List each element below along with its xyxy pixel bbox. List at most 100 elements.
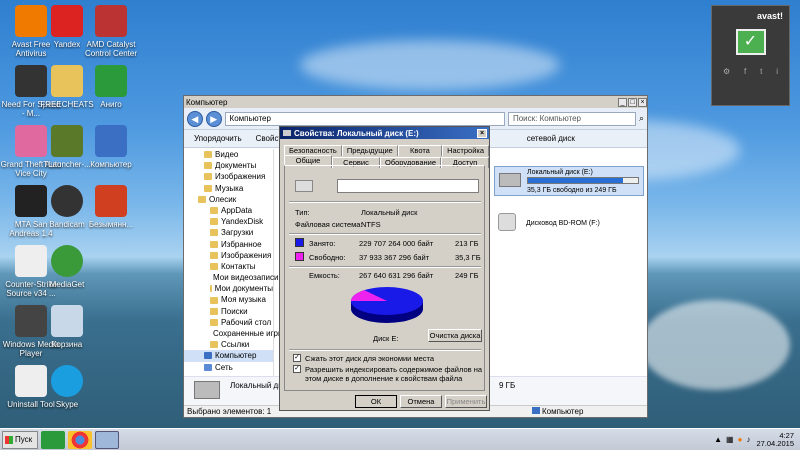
nav-item-label: Видео: [215, 150, 239, 159]
tray-expand-icon[interactable]: ▲: [714, 435, 722, 444]
disk-letter-label: Диск E:: [373, 334, 399, 343]
nav-item[interactable]: Документы: [184, 160, 273, 171]
desktop-icon-computer[interactable]: Компьютер: [80, 125, 142, 169]
nav-item-label: Документы: [215, 161, 257, 171]
capacity-label: Емкость:: [309, 271, 340, 280]
nav-item[interactable]: Рабочий стол: [184, 317, 273, 328]
nav-item[interactable]: Ссылки: [184, 339, 273, 350]
fs-label: Файловая система:: [295, 220, 363, 229]
desktop-icon-recycle[interactable]: Корзина: [36, 305, 98, 349]
properties-titlebar[interactable]: Свойства: Локальный диск (E:) ×: [280, 127, 489, 139]
organize-button[interactable]: Упорядочить: [194, 134, 242, 143]
desktop-icon-skype[interactable]: Skype: [36, 365, 98, 409]
divider: [289, 266, 481, 268]
tray-network-icon[interactable]: ▦: [726, 435, 734, 444]
nav-item-label: Изображения: [215, 172, 266, 182]
close-icon[interactable]: ×: [638, 97, 647, 107]
minimize-icon[interactable]: _: [618, 97, 627, 107]
desktop-icon-unnamed[interactable]: Безымянн...: [80, 185, 142, 229]
mediaget-icon: [51, 245, 83, 277]
nav-item-label: Моя музыка: [221, 295, 266, 305]
taskbar-chrome-icon[interactable]: [68, 430, 92, 449]
nav-item-label: Музыка: [215, 183, 244, 193]
nav-item[interactable]: Музыка: [184, 183, 273, 194]
drive-label-input[interactable]: [337, 179, 479, 193]
nav-item[interactable]: Сеть: [184, 362, 273, 373]
apply-button[interactable]: Применить: [445, 395, 487, 408]
nav-item[interactable]: YandexDisk: [184, 216, 273, 227]
nav-item[interactable]: Изображения: [184, 250, 273, 261]
compress-checkbox[interactable]: ✓: [293, 354, 301, 362]
computer-icon: [95, 125, 127, 157]
forward-icon[interactable]: ▶: [205, 110, 222, 127]
check-icon: ✓: [735, 29, 766, 55]
avast-widget[interactable]: avast! ✓ ⚙ f t i: [711, 5, 790, 106]
avast-footer-icons: ⚙ f t i: [712, 55, 789, 76]
drive-tile-f[interactable]: Дисковод BD-ROM (F:): [494, 211, 644, 235]
index-checkbox[interactable]: ✓: [293, 365, 301, 373]
search-icon[interactable]: ⌕: [639, 113, 644, 124]
drive-tile-e[interactable]: Локальный диск (E:) 35,3 ГБ свободно из …: [494, 166, 644, 196]
nav-item[interactable]: Изображения: [184, 171, 273, 182]
facebook-icon[interactable]: f: [744, 67, 746, 76]
properties-dialog[interactable]: Свойства: Локальный диск (E:) × Безопасн…: [279, 126, 490, 411]
nav-item[interactable]: Сохраненные игры: [184, 328, 284, 339]
tab-3[interactable]: Настройка: [442, 145, 489, 156]
twitter-icon[interactable]: t: [760, 67, 762, 76]
explorer-nav-pane: Видео Документы Изображения Музыка Олесик App…: [184, 149, 284, 404]
nav-item[interactable]: Загрузки: [184, 227, 273, 238]
nav-item-label: Олесик: [209, 194, 237, 204]
cloud: [300, 40, 560, 90]
cancel-button[interactable]: Отмена: [400, 395, 442, 408]
maximize-icon[interactable]: □: [628, 97, 637, 107]
folder-icon: [210, 262, 218, 270]
address-input[interactable]: Компьютер: [224, 111, 505, 126]
folder-icon: [204, 151, 212, 159]
back-icon[interactable]: ◀: [187, 110, 203, 127]
used-label: Занято:: [309, 239, 336, 248]
folder-icon: [210, 240, 218, 248]
tray-avast-icon[interactable]: ●: [738, 435, 743, 444]
drive-e-name: Локальный диск (E:): [527, 169, 593, 176]
capacity-gb: 249 ГБ: [455, 271, 479, 280]
close-icon[interactable]: ×: [477, 128, 487, 138]
disk-cleanup-button[interactable]: Очистка диска: [428, 329, 482, 342]
nav-item[interactable]: Моя музыка: [184, 294, 273, 305]
info-icon[interactable]: i: [776, 67, 778, 76]
tab-1[interactable]: Предыдущие версии: [341, 145, 398, 165]
taskbar-explorer-icon[interactable]: [95, 430, 119, 449]
skype-icon: [51, 365, 83, 397]
drive-e-usage-fill: [528, 178, 623, 183]
desktop-icon-amd[interactable]: AMD Catalyst Control Center: [80, 5, 142, 58]
start-button[interactable]: Пуск: [2, 430, 38, 449]
divider: [289, 233, 481, 235]
settings-icon[interactable]: ⚙: [723, 67, 730, 76]
nav-item[interactable]: Контакты: [184, 261, 273, 272]
disk-usage-pie: [351, 287, 423, 323]
search-input[interactable]: Поиск: Компьютер: [507, 111, 636, 126]
taskbar-amigo-icon[interactable]: [41, 430, 65, 449]
nav-item[interactable]: Избранное: [184, 239, 273, 250]
ok-button[interactable]: ОК: [355, 395, 397, 408]
nav-item[interactable]: Мои видеозаписи: [184, 272, 278, 283]
nav-item[interactable]: Видео: [184, 149, 273, 160]
nav-item[interactable]: Мои документы: [184, 283, 273, 294]
drive-icon: [295, 180, 313, 192]
wave-splash: [640, 300, 790, 390]
nav-item[interactable]: AppData: [184, 205, 273, 216]
desktop-icon-amigo[interactable]: Аниго: [80, 65, 142, 109]
taskbar: Пуск ▲ ▦ ● ♪ 4:27 27.04.2015: [0, 428, 800, 450]
nav-item[interactable]: Олесик: [184, 194, 273, 205]
desktop-icon-mediaget[interactable]: MediaGet: [36, 245, 98, 289]
amigo-icon: [95, 65, 127, 97]
nav-item[interactable]: Поиски: [184, 306, 273, 317]
tray-volume-icon[interactable]: ♪: [746, 435, 750, 444]
nav-item-label: Мои документы: [214, 284, 273, 294]
map-network-drive-button[interactable]: сетевой диск: [527, 134, 575, 143]
nav-item[interactable]: Компьютер: [184, 350, 273, 362]
explorer-titlebar[interactable]: Компьютер _ □ ×: [184, 96, 647, 108]
free-label: Свободно:: [309, 253, 346, 262]
tab-2[interactable]: Квота: [397, 145, 443, 156]
clock[interactable]: 4:27 27.04.2015: [756, 431, 800, 448]
explorer-title: Компьютер: [186, 97, 228, 107]
